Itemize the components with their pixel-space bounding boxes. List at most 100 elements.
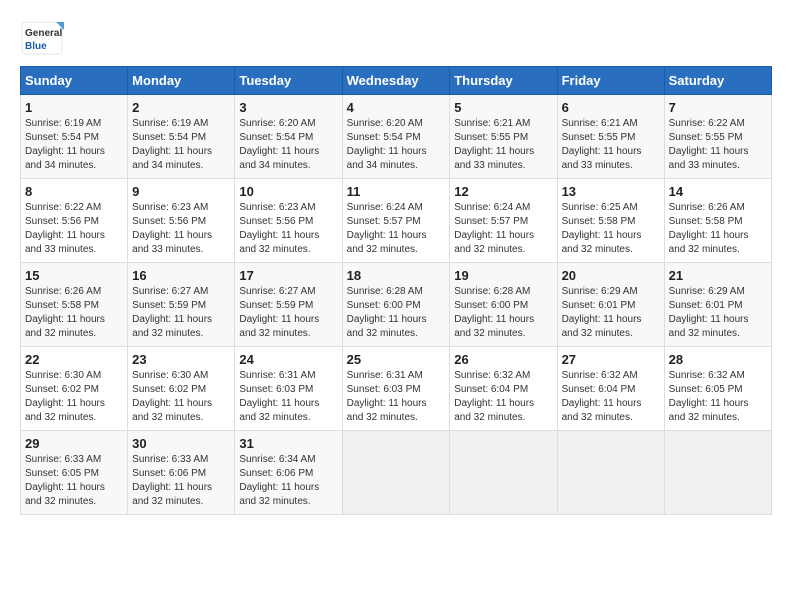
calendar-cell: 26 Sunrise: 6:32 AM Sunset: 6:04 PM Dayl… [450,347,557,431]
day-number: 24 [239,352,337,367]
calendar-week-row: 29 Sunrise: 6:33 AM Sunset: 6:05 PM Dayl… [21,431,772,515]
day-info: Sunrise: 6:28 AM Sunset: 6:00 PM Dayligh… [347,285,446,341]
day-number: 7 [669,100,767,115]
day-info: Sunrise: 6:29 AM Sunset: 6:01 PM Dayligh… [562,285,660,341]
day-number: 4 [347,100,446,115]
calendar-cell: 2 Sunrise: 6:19 AM Sunset: 5:54 PM Dayli… [128,95,235,179]
calendar-cell: 14 Sunrise: 6:26 AM Sunset: 5:58 PM Dayl… [664,179,771,263]
calendar-cell: 5 Sunrise: 6:21 AM Sunset: 5:55 PM Dayli… [450,95,557,179]
day-number: 6 [562,100,660,115]
page-header: General Blue [20,20,772,56]
calendar-cell: 17 Sunrise: 6:27 AM Sunset: 5:59 PM Dayl… [235,263,342,347]
calendar-cell: 31 Sunrise: 6:34 AM Sunset: 6:06 PM Dayl… [235,431,342,515]
day-number: 20 [562,268,660,283]
day-info: Sunrise: 6:31 AM Sunset: 6:03 PM Dayligh… [347,369,446,425]
day-number: 10 [239,184,337,199]
calendar-cell: 10 Sunrise: 6:23 AM Sunset: 5:56 PM Dayl… [235,179,342,263]
header-friday: Friday [557,67,664,95]
calendar-cell: 11 Sunrise: 6:24 AM Sunset: 5:57 PM Dayl… [342,179,450,263]
day-info: Sunrise: 6:26 AM Sunset: 5:58 PM Dayligh… [25,285,123,341]
header-monday: Monday [128,67,235,95]
calendar-cell: 1 Sunrise: 6:19 AM Sunset: 5:54 PM Dayli… [21,95,128,179]
day-number: 21 [669,268,767,283]
day-info: Sunrise: 6:19 AM Sunset: 5:54 PM Dayligh… [132,117,230,173]
logo: General Blue [20,20,64,56]
calendar-cell: 28 Sunrise: 6:32 AM Sunset: 6:05 PM Dayl… [664,347,771,431]
calendar-cell: 27 Sunrise: 6:32 AM Sunset: 6:04 PM Dayl… [557,347,664,431]
day-info: Sunrise: 6:23 AM Sunset: 5:56 PM Dayligh… [132,201,230,257]
day-info: Sunrise: 6:21 AM Sunset: 5:55 PM Dayligh… [454,117,552,173]
calendar-week-row: 1 Sunrise: 6:19 AM Sunset: 5:54 PM Dayli… [21,95,772,179]
calendar-cell: 16 Sunrise: 6:27 AM Sunset: 5:59 PM Dayl… [128,263,235,347]
day-number: 15 [25,268,123,283]
day-info: Sunrise: 6:25 AM Sunset: 5:58 PM Dayligh… [562,201,660,257]
day-info: Sunrise: 6:21 AM Sunset: 5:55 PM Dayligh… [562,117,660,173]
calendar-cell [450,431,557,515]
day-number: 2 [132,100,230,115]
calendar-cell: 20 Sunrise: 6:29 AM Sunset: 6:01 PM Dayl… [557,263,664,347]
header-wednesday: Wednesday [342,67,450,95]
logo-svg: General Blue [20,20,64,56]
day-number: 3 [239,100,337,115]
day-number: 8 [25,184,123,199]
day-info: Sunrise: 6:20 AM Sunset: 5:54 PM Dayligh… [347,117,446,173]
calendar-cell: 15 Sunrise: 6:26 AM Sunset: 5:58 PM Dayl… [21,263,128,347]
day-number: 26 [454,352,552,367]
day-info: Sunrise: 6:22 AM Sunset: 5:56 PM Dayligh… [25,201,123,257]
svg-text:General: General [25,28,62,39]
day-number: 5 [454,100,552,115]
day-number: 30 [132,436,230,451]
day-number: 9 [132,184,230,199]
calendar-cell: 29 Sunrise: 6:33 AM Sunset: 6:05 PM Dayl… [21,431,128,515]
calendar-cell: 9 Sunrise: 6:23 AM Sunset: 5:56 PM Dayli… [128,179,235,263]
calendar-cell: 4 Sunrise: 6:20 AM Sunset: 5:54 PM Dayli… [342,95,450,179]
calendar-cell: 22 Sunrise: 6:30 AM Sunset: 6:02 PM Dayl… [21,347,128,431]
calendar-cell: 8 Sunrise: 6:22 AM Sunset: 5:56 PM Dayli… [21,179,128,263]
day-info: Sunrise: 6:19 AM Sunset: 5:54 PM Dayligh… [25,117,123,173]
day-number: 28 [669,352,767,367]
day-info: Sunrise: 6:30 AM Sunset: 6:02 PM Dayligh… [132,369,230,425]
header-saturday: Saturday [664,67,771,95]
day-number: 1 [25,100,123,115]
day-info: Sunrise: 6:24 AM Sunset: 5:57 PM Dayligh… [454,201,552,257]
day-number: 25 [347,352,446,367]
day-number: 22 [25,352,123,367]
day-info: Sunrise: 6:27 AM Sunset: 5:59 PM Dayligh… [239,285,337,341]
day-number: 18 [347,268,446,283]
day-number: 11 [347,184,446,199]
day-number: 14 [669,184,767,199]
calendar-cell [664,431,771,515]
header-thursday: Thursday [450,67,557,95]
day-number: 29 [25,436,123,451]
calendar-cell: 24 Sunrise: 6:31 AM Sunset: 6:03 PM Dayl… [235,347,342,431]
calendar-cell [342,431,450,515]
day-info: Sunrise: 6:29 AM Sunset: 6:01 PM Dayligh… [669,285,767,341]
day-number: 23 [132,352,230,367]
svg-text:Blue: Blue [25,41,47,52]
calendar-cell [557,431,664,515]
calendar-cell: 25 Sunrise: 6:31 AM Sunset: 6:03 PM Dayl… [342,347,450,431]
day-info: Sunrise: 6:20 AM Sunset: 5:54 PM Dayligh… [239,117,337,173]
day-number: 13 [562,184,660,199]
day-info: Sunrise: 6:30 AM Sunset: 6:02 PM Dayligh… [25,369,123,425]
calendar-cell: 6 Sunrise: 6:21 AM Sunset: 5:55 PM Dayli… [557,95,664,179]
calendar-table: SundayMondayTuesdayWednesdayThursdayFrid… [20,66,772,515]
day-info: Sunrise: 6:31 AM Sunset: 6:03 PM Dayligh… [239,369,337,425]
day-info: Sunrise: 6:32 AM Sunset: 6:04 PM Dayligh… [562,369,660,425]
day-info: Sunrise: 6:32 AM Sunset: 6:04 PM Dayligh… [454,369,552,425]
day-info: Sunrise: 6:33 AM Sunset: 6:06 PM Dayligh… [132,453,230,509]
calendar-cell: 19 Sunrise: 6:28 AM Sunset: 6:00 PM Dayl… [450,263,557,347]
calendar-cell: 3 Sunrise: 6:20 AM Sunset: 5:54 PM Dayli… [235,95,342,179]
calendar-cell: 12 Sunrise: 6:24 AM Sunset: 5:57 PM Dayl… [450,179,557,263]
day-number: 12 [454,184,552,199]
day-info: Sunrise: 6:26 AM Sunset: 5:58 PM Dayligh… [669,201,767,257]
calendar-cell: 18 Sunrise: 6:28 AM Sunset: 6:00 PM Dayl… [342,263,450,347]
day-info: Sunrise: 6:32 AM Sunset: 6:05 PM Dayligh… [669,369,767,425]
day-info: Sunrise: 6:23 AM Sunset: 5:56 PM Dayligh… [239,201,337,257]
calendar-cell: 21 Sunrise: 6:29 AM Sunset: 6:01 PM Dayl… [664,263,771,347]
day-info: Sunrise: 6:22 AM Sunset: 5:55 PM Dayligh… [669,117,767,173]
day-info: Sunrise: 6:28 AM Sunset: 6:00 PM Dayligh… [454,285,552,341]
day-number: 27 [562,352,660,367]
calendar-cell: 7 Sunrise: 6:22 AM Sunset: 5:55 PM Dayli… [664,95,771,179]
calendar-cell: 13 Sunrise: 6:25 AM Sunset: 5:58 PM Dayl… [557,179,664,263]
